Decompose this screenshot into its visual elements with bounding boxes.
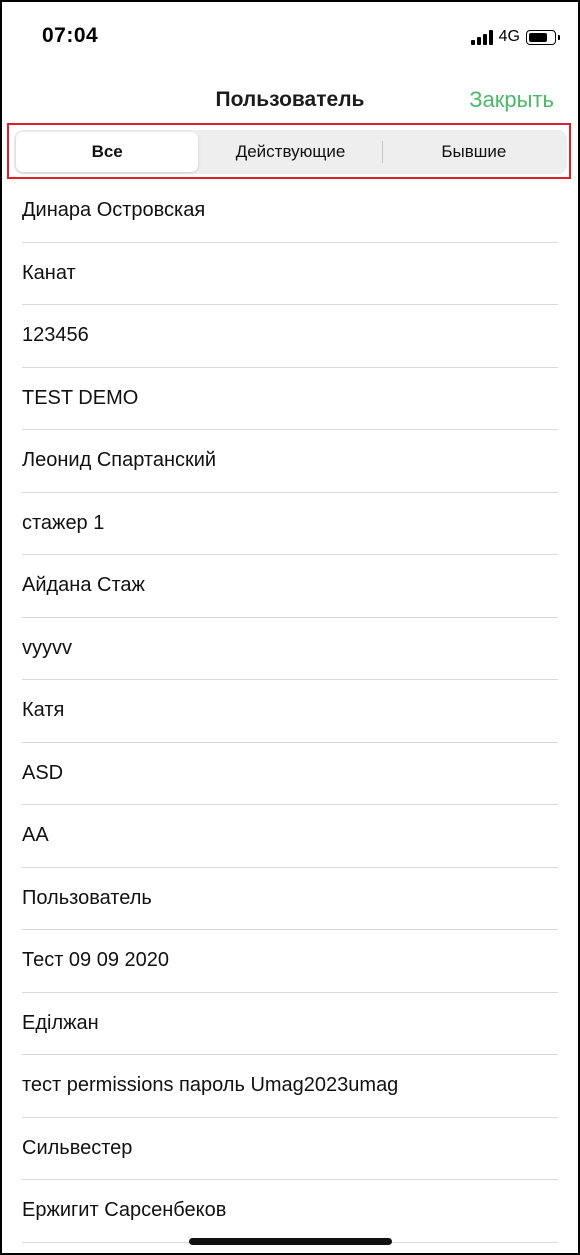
list-item[interactable]: Ержигит Сарсенбеков	[22, 1180, 558, 1243]
cellular-signal-icon	[470, 29, 493, 45]
list-item[interactable]: тест permissions пароль Umag2023umag	[22, 1055, 558, 1118]
user-name: тест permissions пароль Umag2023umag	[22, 1074, 399, 1097]
segment-active[interactable]: Действующие	[199, 132, 381, 172]
list-item[interactable]: vyyvv	[22, 618, 558, 680]
battery-icon	[526, 29, 560, 45]
segment-former[interactable]: Бывшие	[383, 132, 565, 172]
user-name: Леонид Спартанский	[22, 449, 217, 472]
list-item[interactable]: Канат	[22, 243, 558, 305]
list-item[interactable]: Тест 09 09 2020	[22, 930, 558, 993]
list-item[interactable]: Динара Островская	[22, 180, 558, 243]
user-name: ASD	[22, 761, 64, 784]
screen-frame: 07:04 4G Пользователь Закрыть Все Действ…	[0, 0, 580, 1255]
list-item[interactable]: Айдана Стаж	[22, 555, 558, 618]
list-item[interactable]: TEST DEMO	[22, 368, 558, 430]
user-name: Канат	[22, 261, 76, 284]
user-name: TEST DEMO	[22, 386, 139, 409]
user-name: Тест 09 09 2020	[22, 949, 170, 972]
list-item[interactable]: 123456	[22, 305, 558, 368]
status-indicators: 4G	[470, 26, 560, 48]
user-name: Еділжан	[22, 1011, 99, 1034]
user-name: Пользователь	[22, 886, 152, 909]
list-item[interactable]: Катя	[22, 680, 558, 743]
list-item[interactable]: AA	[22, 805, 558, 868]
user-name: Ержигит Сарсенбеков	[22, 1199, 227, 1222]
user-list: Динара Островская Канат 123456 TEST DEMO…	[2, 180, 578, 1243]
home-indicator[interactable]	[189, 1238, 392, 1245]
status-time: 07:04	[42, 24, 99, 47]
user-name: Сильвестер	[22, 1136, 133, 1159]
user-name: 123456	[22, 324, 89, 347]
list-item[interactable]: Леонид Спартанский	[22, 430, 558, 493]
status-bar: 07:04 4G	[2, 2, 578, 72]
list-item[interactable]: Еділжан	[22, 993, 558, 1055]
user-name: стажер 1	[22, 511, 105, 534]
battery-level	[529, 32, 547, 42]
network-type: 4G	[498, 28, 520, 45]
segmented-control: Все Действующие Бывшие	[14, 130, 567, 174]
user-name: AA	[22, 824, 49, 847]
list-item[interactable]: стажер 1	[22, 493, 558, 555]
close-button[interactable]: Закрыть	[469, 87, 554, 113]
navigation-bar: Пользователь Закрыть	[2, 76, 578, 124]
user-name: vyyvv	[22, 636, 72, 659]
list-item[interactable]: ASD	[22, 743, 558, 805]
list-item[interactable]: Пользователь	[22, 868, 558, 930]
segment-all[interactable]: Все	[16, 132, 199, 172]
list-item[interactable]: Сильвестер	[22, 1118, 558, 1180]
user-name: Катя	[22, 699, 65, 722]
user-name: Айдана Стаж	[22, 574, 145, 597]
user-name: Динара Островская	[22, 199, 206, 222]
